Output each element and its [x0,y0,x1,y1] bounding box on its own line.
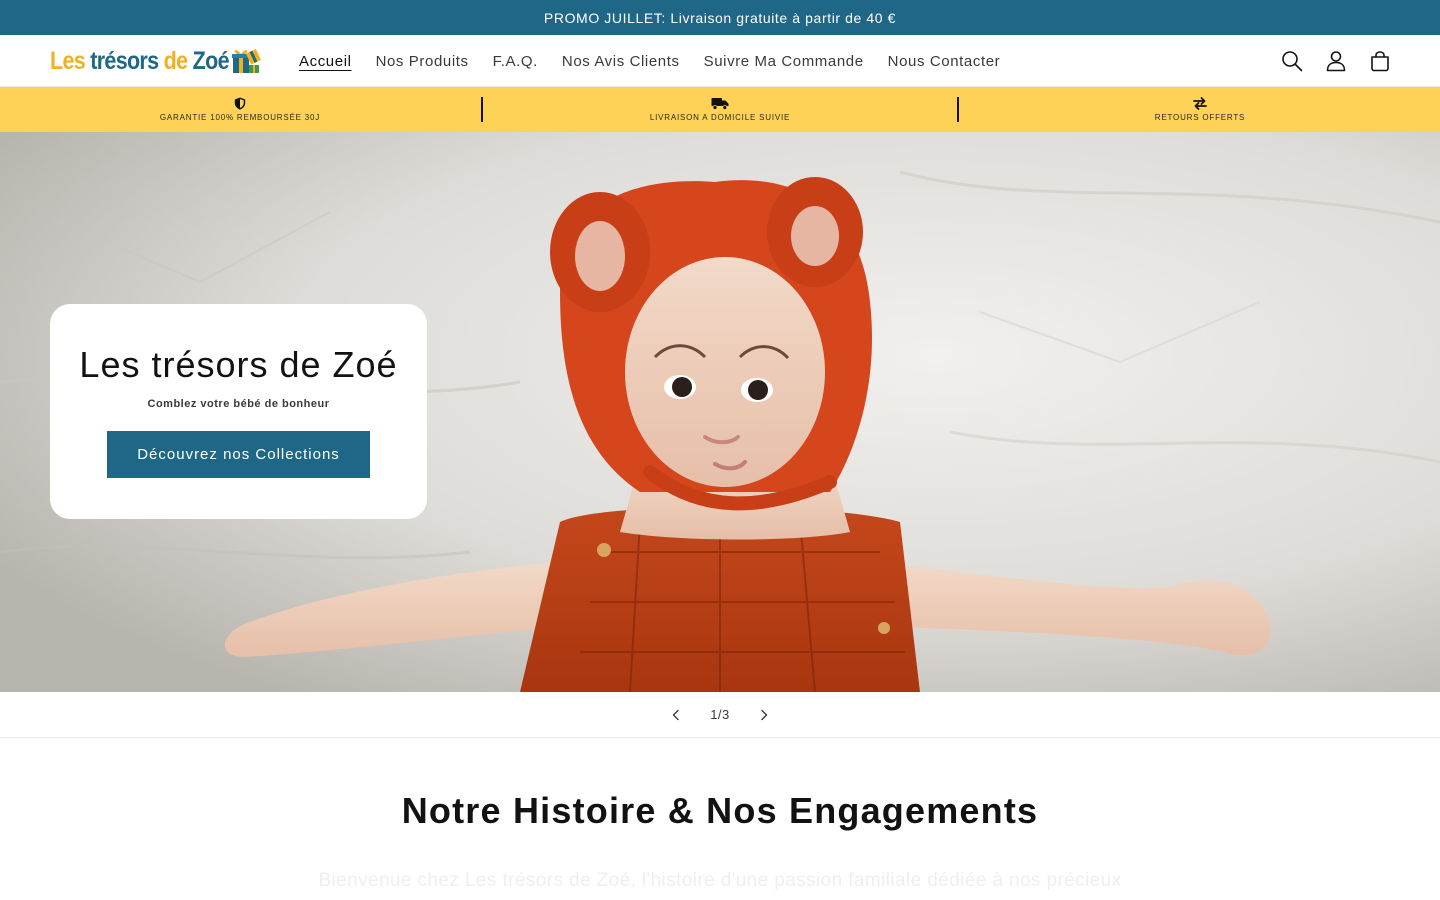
search-icon[interactable] [1280,48,1304,74]
account-icon[interactable] [1324,48,1348,74]
hero-card: Les trésors de Zoé Comblez votre bébé de… [50,304,427,519]
trust-label: GARANTIE 100% REMBOURSÉE 30J [159,113,321,122]
chevron-right-icon [761,709,767,720]
main-nav: Accueil Nos Produits F.A.Q. Nos Avis Cli… [299,35,1024,87]
trust-label: RETOURS OFFERTS [1154,113,1246,122]
hero-subtitle: Comblez votre bébé de bonheur [147,398,330,410]
trust-item-delivery: LIVRAISON A DOMICILE SUIVIE [480,87,960,132]
nav-item-faq[interactable]: F.A.Q. [493,53,538,70]
section-title: Notre Histoire & Nos Engagements [401,790,1039,831]
nav-item-avis-clients[interactable]: Nos Avis Clients [562,53,680,70]
slider-next-button[interactable] [752,703,776,727]
slider-prev-button[interactable] [664,703,688,727]
logo-word-de: de [163,46,188,75]
shield-icon [234,97,246,110]
nav-item-nos-produits[interactable]: Nos Produits [376,53,469,70]
slider-controls: 1/3 [0,692,1440,738]
truck-icon [711,98,729,110]
nav-item-suivre-commande[interactable]: Suivre Ma Commande [704,53,864,70]
promo-text: PROMO JUILLET: Livraison gratuite à part… [543,9,897,26]
exchange-arrows-icon [1193,97,1207,110]
hero-banner: Les trésors de Zoé Comblez votre bébé de… [0,132,1440,692]
logo-word-les: Les [50,46,86,75]
slider-counter: 1/3 [710,707,730,722]
trust-item-returns: RETOURS OFFERTS [960,87,1440,132]
nav-item-accueil[interactable]: Accueil [299,53,352,70]
hero-title: Les trésors de Zoé [79,344,398,385]
site-header: Les trésors de Zoé Accueil Nos Produits … [0,35,1440,87]
chevron-left-icon [673,709,679,720]
trust-label: LIVRAISON A DOMICILE SUIVIE [649,113,791,122]
gift-icon [232,49,261,73]
logo-text: Les trésors de Zoé [50,46,230,76]
trust-bar: GARANTIE 100% REMBOURSÉE 30J LIVRAISON A… [0,87,1440,132]
promo-bar: PROMO JUILLET: Livraison gratuite à part… [0,0,1440,35]
cart-icon[interactable] [1368,48,1392,74]
logo[interactable]: Les trésors de Zoé [50,41,261,81]
trust-item-guarantee: GARANTIE 100% REMBOURSÉE 30J [0,87,480,132]
header-icons [1280,48,1392,74]
discover-collections-button[interactable]: Découvrez nos Collections [107,431,370,478]
section-text: Bienvenue chez Les trésors de Zoé, l'his… [318,870,1122,891]
trust-divider [481,97,483,122]
nav-item-nous-contacter[interactable]: Nous Contacter [888,53,1001,70]
logo-word-tresors: trésors [90,46,159,75]
trust-divider [957,97,959,122]
logo-word-zoe: Zoé [192,46,230,75]
